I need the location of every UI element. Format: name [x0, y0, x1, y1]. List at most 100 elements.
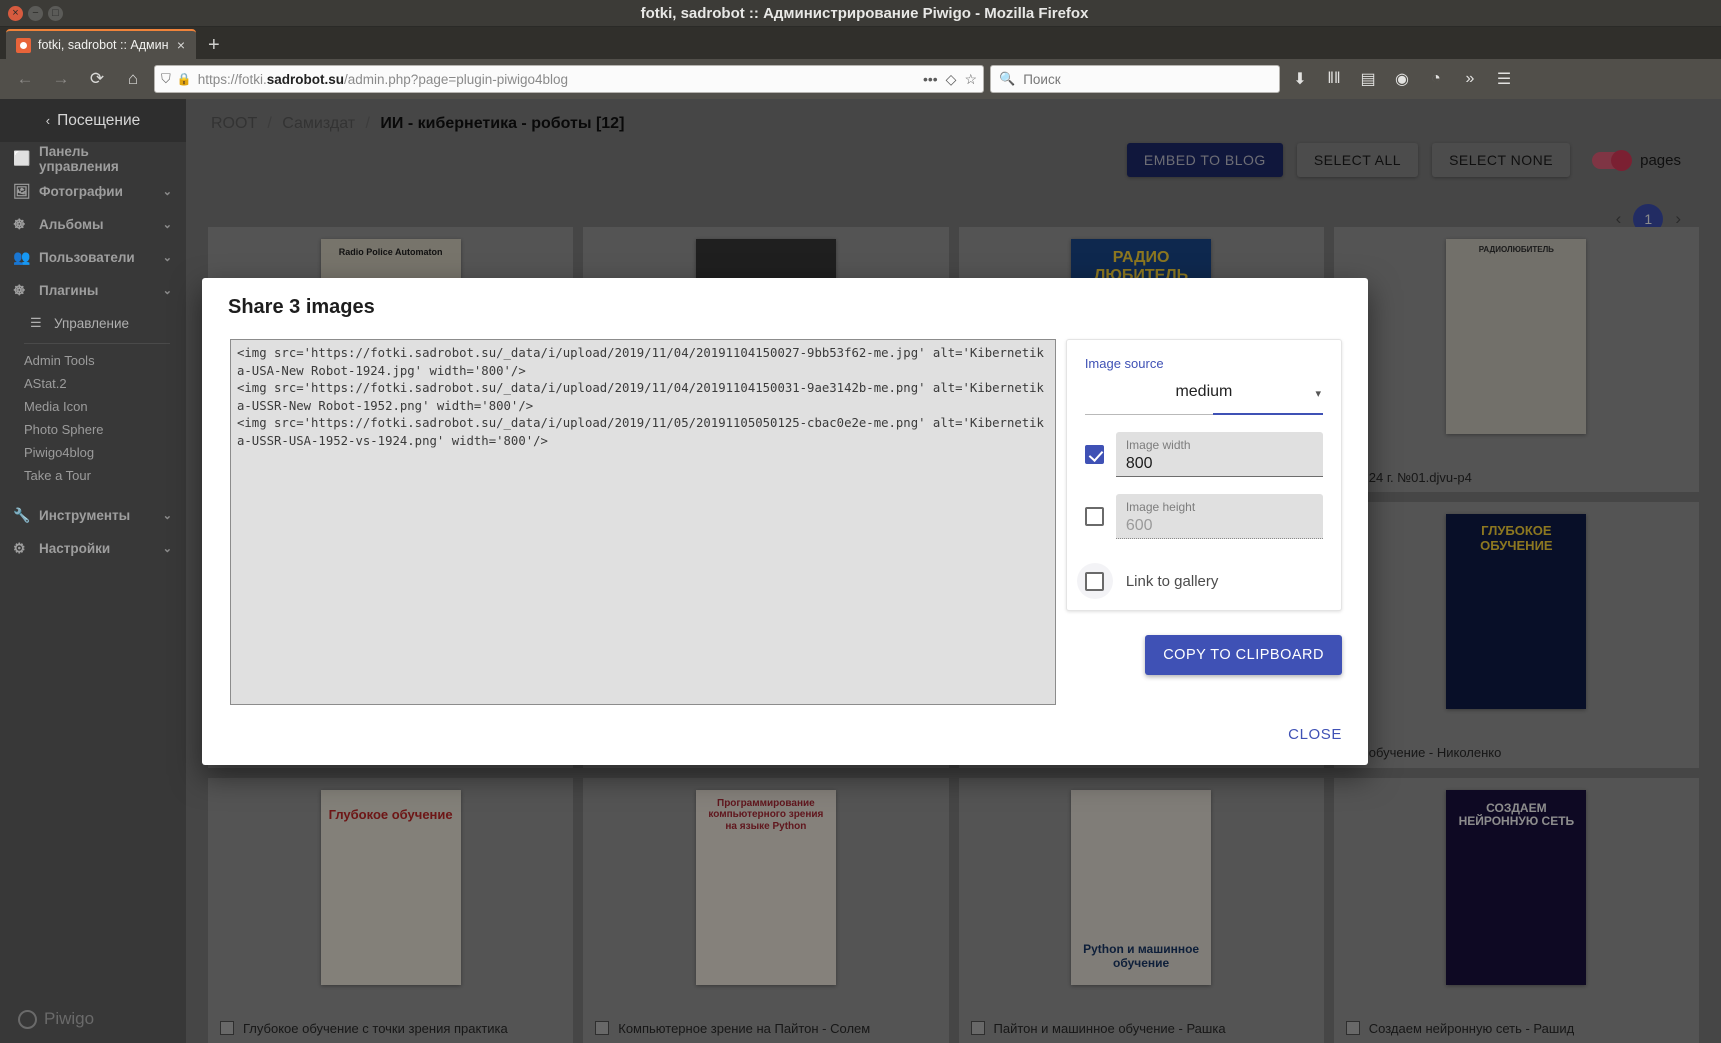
overflow-icon[interactable]: »	[1456, 65, 1484, 93]
search-placeholder: Поиск	[1023, 71, 1061, 87]
image-icon: 🖼	[13, 183, 31, 199]
sitemap-icon: ☸	[13, 216, 26, 232]
piwigo-logo-icon	[18, 1009, 37, 1029]
sidebar-item-label: Плагины	[39, 283, 99, 298]
sidebar-subitem-manage[interactable]: ☰ Управление	[0, 307, 186, 339]
shield-icon: ⛉	[161, 71, 171, 86]
back-icon[interactable]: ←	[10, 64, 40, 94]
home-icon[interactable]: ⌂	[118, 64, 148, 94]
monitor-icon: ⬜	[13, 150, 31, 166]
reload-icon[interactable]: ⟳	[82, 64, 112, 94]
sidebar-plugin-astat[interactable]: AStat.2	[0, 372, 186, 395]
browser-navbar: ← → ⟳ ⌂ ⛉ 🔒 https://fotki.sadrobot.su/ad…	[0, 59, 1721, 99]
downloads-icon[interactable]: ⬇	[1286, 65, 1314, 93]
embed-code-textarea[interactable]	[230, 339, 1056, 705]
sidebar-item-label: Фотографии	[39, 184, 123, 199]
sidebar-back-link[interactable]: ‹ Посещение	[0, 99, 186, 142]
sidebar-plugin-photo-sphere[interactable]: Photo Sphere	[0, 418, 186, 441]
browser-tab[interactable]: fotki, sadrobot :: Админ ×	[6, 29, 196, 59]
sidebar-icon[interactable]: ▤	[1354, 65, 1382, 93]
sidebar-back-label: Посещение	[57, 111, 141, 129]
chevron-down-icon: ⌄	[162, 219, 172, 231]
image-source-value: medium	[1175, 383, 1233, 400]
url-bar[interactable]: ⛉ 🔒 https://fotki.sadrobot.su/admin.php?…	[154, 65, 984, 93]
window-titlebar: × − □ fotki, sadrobot :: Администрирован…	[0, 0, 1721, 27]
chevron-down-icon: ⌄	[162, 285, 172, 297]
extension-icon[interactable]: ◉	[1388, 65, 1416, 93]
sidebar-divider	[24, 343, 170, 344]
image-width-field[interactable]: Image width 800	[1115, 432, 1323, 477]
pocket-icon[interactable]: ◇	[946, 71, 957, 88]
admin-sidebar: ‹ Посещение ⬜ Панель управления 🖼 Фотогр…	[0, 99, 186, 1043]
image-width-value: 800	[1125, 455, 1153, 472]
sidebar-item-label: Альбомы	[39, 217, 104, 232]
share-images-dialog: Share 3 images Image source medium ▾ Ima…	[202, 278, 1368, 765]
image-height-field[interactable]: Image height 600	[1115, 494, 1323, 539]
bookmark-star-icon[interactable]: ☆	[964, 71, 977, 88]
image-source-select[interactable]: medium ▾	[1084, 381, 1323, 415]
sliders-icon: ☰	[30, 315, 42, 330]
piwigo-logo-text: Piwigo	[44, 1009, 95, 1028]
tab-close-icon[interactable]: ×	[174, 37, 188, 53]
new-tab-button[interactable]: +	[196, 31, 232, 59]
close-dialog-button[interactable]: CLOSE	[1288, 726, 1342, 743]
search-icon: 🔍	[999, 71, 1016, 86]
image-height-checkbox[interactable]	[1084, 507, 1104, 526]
window-minimize-button[interactable]: −	[28, 5, 43, 21]
sidebar-item-label: Пользователи	[39, 250, 135, 265]
favicon-icon	[16, 37, 31, 53]
image-source-label: Image source	[1084, 356, 1164, 371]
image-height-label: Image height	[1125, 500, 1196, 514]
window-maximize-button[interactable]: □	[48, 5, 63, 21]
sidebar-item-settings[interactable]: ⚙ Настройки ⌄	[0, 532, 186, 565]
minimize-icon: −	[32, 6, 39, 19]
sidebar-item-plugins[interactable]: ☸ Плагины ⌄	[0, 274, 186, 307]
wrench-icon: 🔧	[13, 507, 31, 523]
sidebar-item-photos[interactable]: 🖼 Фотографии ⌄	[0, 175, 186, 208]
browser-tabstrip: fotki, sadrobot :: Админ × +	[0, 27, 1721, 59]
link-to-gallery-checkbox[interactable]	[1085, 571, 1105, 591]
forward-icon[interactable]: →	[46, 64, 76, 94]
piwigo-logo: Piwigo	[18, 1009, 94, 1029]
chevron-down-icon: ⌄	[162, 510, 172, 522]
browser-search-input[interactable]: 🔍 Поиск	[990, 65, 1280, 93]
image-width-checkbox[interactable]	[1084, 445, 1104, 464]
sidebar-plugin-admin-tools[interactable]: Admin Tools	[0, 349, 186, 372]
sidebar-item-label: Настройки	[39, 541, 111, 556]
sidebar-item-albums[interactable]: ☸ Альбомы ⌄	[0, 208, 186, 241]
page-actions-icon[interactable]: •••	[923, 71, 938, 87]
sidebar-item-dashboard[interactable]: ⬜ Панель управления	[0, 142, 186, 175]
image-width-label: Image width	[1125, 438, 1191, 452]
chevron-left-icon: ‹	[45, 113, 51, 128]
share-options-panel: Image source medium ▾ Image width 800 Im…	[1065, 339, 1342, 611]
sidebar-item-tools[interactable]: 🔧 Инструменты ⌄	[0, 499, 186, 532]
link-to-gallery-ripple	[1076, 563, 1113, 599]
image-height-row: Image height 600	[1084, 494, 1323, 539]
sidebar-item-users[interactable]: 👥 Пользователи ⌄	[0, 241, 186, 274]
image-height-value: 600	[1125, 517, 1153, 534]
window-close-button[interactable]: ×	[8, 5, 23, 21]
account-icon[interactable]: ◔	[1422, 65, 1450, 93]
chevron-down-icon: ⌄	[162, 186, 172, 198]
image-width-row: Image width 800	[1084, 432, 1323, 477]
tab-label: fotki, sadrobot :: Админ	[38, 38, 169, 52]
dialog-title: Share 3 images	[228, 296, 375, 318]
puzzle-icon: ☸	[13, 282, 26, 298]
maximize-icon: □	[52, 6, 59, 19]
window-title: fotki, sadrobot :: Администрирование Piw…	[640, 4, 1089, 22]
users-icon: 👥	[13, 249, 31, 265]
menu-icon[interactable]: ☰	[1490, 65, 1518, 93]
sidebar-plugin-take-a-tour[interactable]: Take a Tour	[0, 464, 186, 487]
sidebar-item-label: Панель управления	[39, 143, 119, 174]
url-text: https://fotki.sadrobot.su/admin.php?page…	[197, 71, 569, 87]
sidebar-plugin-media-icon[interactable]: Media Icon	[0, 395, 186, 418]
chevron-down-icon: ⌄	[162, 543, 172, 555]
link-to-gallery-label: Link to gallery	[1125, 572, 1219, 590]
copy-to-clipboard-button[interactable]: COPY TO CLIPBOARD	[1145, 635, 1342, 675]
link-to-gallery-row[interactable]: Link to gallery	[1076, 563, 1323, 599]
close-icon: ×	[12, 6, 19, 19]
sidebar-subitem-label: Управление	[54, 315, 130, 331]
library-icon[interactable]: ‖‖	[1320, 65, 1348, 93]
lock-icon: 🔒	[176, 72, 192, 86]
sidebar-plugin-piwigo4blog[interactable]: Piwigo4blog	[0, 441, 186, 464]
